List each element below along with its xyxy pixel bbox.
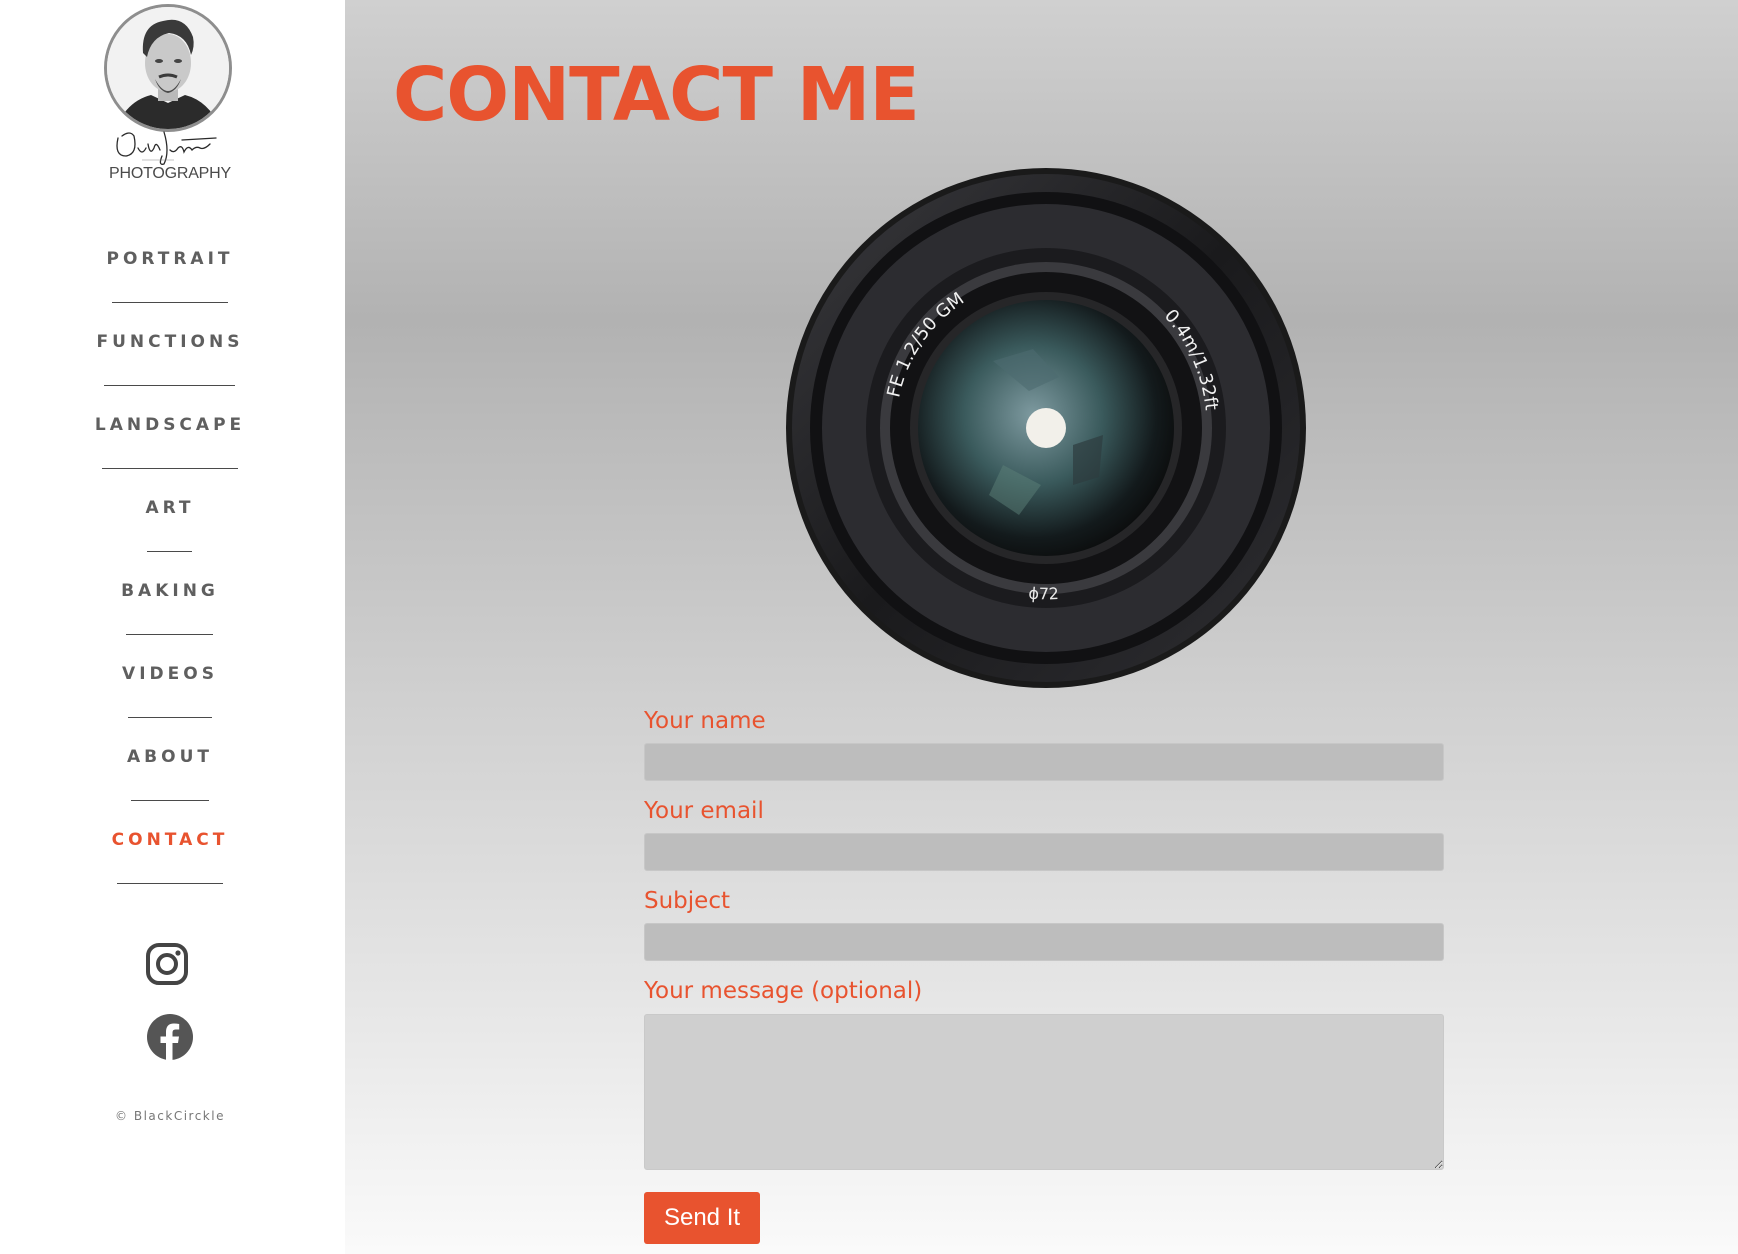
nav-item-landscape[interactable]: LANDSCAPE (0, 415, 340, 435)
page-title: CONTACT ME (393, 52, 920, 138)
main-content: CONTACT ME FE 1.2/50 GM 0.4m/1.32ft ϕ72 … (345, 0, 1738, 1254)
nav-item-about[interactable]: ABOUT (0, 747, 340, 767)
nav-item-baking[interactable]: BAKING (0, 581, 340, 601)
nav-divider (147, 551, 192, 552)
profile-avatar[interactable] (104, 4, 232, 132)
sidebar: PHOTOGRAPHY PORTRAIT FUNCTIONS LANDSCAPE… (0, 0, 345, 1254)
copyright-text: © BlackCirckle (115, 1109, 225, 1123)
subject-input[interactable] (644, 923, 1444, 961)
nav-divider (117, 883, 223, 884)
send-button[interactable]: Send It (644, 1192, 760, 1244)
email-label: Your email (644, 798, 764, 824)
message-label: Your message (optional) (644, 978, 923, 1004)
instagram-icon[interactable] (145, 942, 189, 990)
message-textarea[interactable] (644, 1014, 1444, 1170)
portrait-image (107, 7, 229, 129)
nav-divider (131, 800, 209, 801)
nav-divider (126, 634, 213, 635)
nav-item-functions[interactable]: FUNCTIONS (0, 332, 340, 352)
signature-logo (116, 131, 217, 165)
name-label: Your name (644, 708, 766, 734)
camera-lens-image: FE 1.2/50 GM 0.4m/1.32ft ϕ72 (786, 168, 1306, 688)
nav-item-portrait[interactable]: PORTRAIT (0, 249, 340, 269)
nav-divider (102, 468, 238, 469)
nav-item-art[interactable]: ART (0, 498, 340, 518)
facebook-icon[interactable] (146, 1013, 194, 1065)
lens-filter-text: ϕ72 (1028, 584, 1059, 604)
name-input[interactable] (644, 743, 1444, 781)
nav-divider (128, 717, 212, 718)
nav-divider (104, 385, 235, 386)
nav-item-contact[interactable]: CONTACT (0, 830, 340, 850)
email-input[interactable] (644, 833, 1444, 871)
nav-item-videos[interactable]: VIDEOS (0, 664, 340, 684)
subject-label: Subject (644, 888, 730, 914)
nav-divider (112, 302, 228, 303)
brand-text: PHOTOGRAPHY (109, 165, 231, 182)
